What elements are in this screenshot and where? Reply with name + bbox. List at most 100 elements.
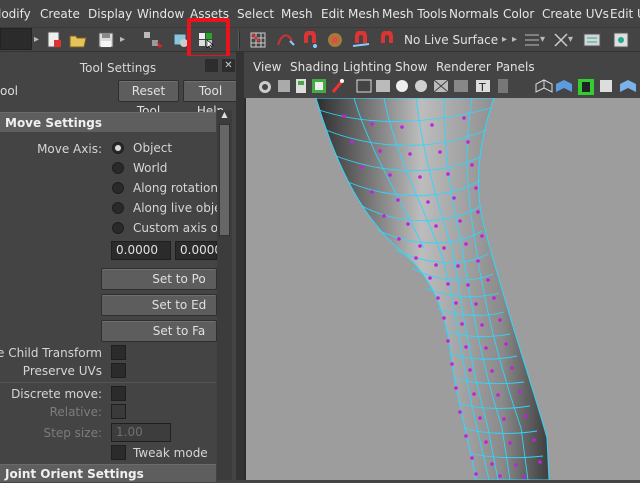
grease-pencil-icon	[331, 79, 345, 93]
menu-color[interactable]: Color	[503, 7, 534, 21]
image-plane-icon	[312, 79, 326, 93]
preserve-uvs-checkbox[interactable]	[111, 363, 126, 378]
text-icon: T	[476, 80, 490, 94]
tool-settings-panel: Tool Settings ✕ ool Reset Tool Tool Help…	[0, 56, 238, 482]
panel-scrollbar[interactable]: ▲	[217, 110, 232, 480]
live-surface-label: No Live Surface	[404, 33, 499, 47]
xray-active-icon	[578, 79, 594, 95]
input-ops-icon[interactable]	[523, 31, 541, 49]
menu-assets[interactable]: Assets	[190, 7, 229, 21]
mesh-wireframe[interactable]	[244, 98, 640, 480]
panel-title: Tool Settings	[79, 61, 157, 75]
select-object-icon[interactable]	[172, 31, 190, 49]
menu-normals[interactable]: Normals	[449, 7, 499, 21]
relative-checkbox	[111, 404, 126, 419]
viewport-menu-shading[interactable]: Shading	[290, 60, 339, 74]
use-all-lights-icon	[433, 79, 449, 93]
relative-label: Relative:	[49, 405, 102, 419]
set-to-point-button[interactable]: Set to Po	[101, 268, 217, 290]
radio-along-live-object[interactable]	[112, 202, 124, 214]
radio-custom-axis-label: Custom axis orien	[133, 221, 217, 235]
menu-window[interactable]: Window	[137, 7, 184, 21]
panel-divider[interactable]	[236, 52, 244, 480]
snap-curve-icon[interactable]	[276, 31, 295, 49]
radio-object-label: Object	[133, 141, 173, 155]
step-size-label: Step size:	[43, 426, 102, 440]
new-scene-icon[interactable]	[45, 31, 63, 49]
toolbar-separator	[238, 31, 240, 49]
menu-select[interactable]: Select	[237, 7, 274, 21]
set-to-face-button[interactable]: Set to Fa	[101, 320, 217, 342]
motion-blur-icon	[620, 80, 636, 92]
set-to-edge-button[interactable]: Set to Ed	[101, 294, 217, 316]
menu-set-selector[interactable]	[0, 28, 32, 50]
xray-joints-icon	[556, 80, 572, 92]
menu-mesh[interactable]: Mesh	[281, 7, 313, 21]
viewport-menu-panels[interactable]: Panels	[496, 60, 535, 74]
snap-point-icon[interactable]	[301, 30, 319, 49]
menu-mesh-tools[interactable]: Mesh Tools	[382, 7, 447, 21]
radio-along-live-object-label: Along live object a	[133, 201, 217, 215]
viewport-menu-lighting[interactable]: Lighting	[343, 60, 392, 74]
menu-modify[interactable]: lodify	[0, 7, 31, 21]
tweak-mode-checkbox[interactable]	[111, 445, 126, 460]
snap-surface-icon[interactable]	[352, 30, 370, 49]
radio-along-rotation-axis[interactable]	[112, 182, 124, 194]
move-settings-header[interactable]: Move Settings	[0, 112, 216, 132]
viewport-panel: View Shading Lighting Show Renderer Pane…	[244, 56, 640, 480]
snap-view-plane-icon[interactable]	[326, 31, 344, 49]
svg-text:T: T	[478, 81, 486, 94]
radio-along-rotation-axis-label: Along rotation axi	[133, 181, 217, 195]
viewport-menu-view[interactable]: View	[253, 60, 281, 74]
radio-object[interactable]	[112, 142, 124, 154]
scroll-up-icon[interactable]: ▲	[219, 110, 230, 122]
camera-attributes-icon	[278, 80, 290, 92]
tool-name: ool	[0, 84, 19, 98]
collapse-arrow-icon[interactable]: ▸	[502, 34, 508, 46]
joint-orient-header[interactable]: Joint Orient Settings	[0, 464, 216, 482]
tool-help-button[interactable]: Tool Help	[183, 80, 238, 118]
make-live-icon[interactable]	[378, 30, 396, 49]
dropdown-arrow-icon[interactable]: ▾	[540, 34, 546, 46]
collapse-arrow-icon[interactable]: ▸	[120, 34, 126, 46]
preserve-uvs-label: Preserve UVs	[22, 364, 102, 378]
select-component-icon[interactable]	[197, 31, 215, 50]
viewport-canvas[interactable]	[244, 98, 640, 480]
construction-history-icon[interactable]	[583, 31, 601, 49]
select-hierarchy-icon[interactable]	[143, 31, 163, 49]
reset-tool-button[interactable]: Reset Tool	[118, 80, 179, 118]
discrete-move-checkbox[interactable]	[111, 386, 126, 401]
viewport-border	[244, 98, 246, 480]
snap-grid-icon[interactable]	[249, 31, 267, 49]
isolate-select-icon	[498, 79, 508, 93]
shadows-icon	[454, 80, 468, 92]
radio-world[interactable]	[112, 162, 124, 174]
close-panel-button[interactable]: ✕	[222, 59, 235, 72]
custom-axis-y-field[interactable]: 0.0000	[175, 241, 222, 260]
step-size-field: 1.00	[111, 423, 171, 442]
menu-create-uvs[interactable]: Create UVs	[542, 7, 609, 21]
collapse-arrow-icon[interactable]: ▸	[34, 34, 40, 46]
preserve-child-transform-checkbox[interactable]	[111, 345, 126, 360]
viewport-menu-renderer[interactable]: Renderer	[436, 60, 491, 74]
radio-custom-axis[interactable]	[112, 222, 124, 234]
collapse-arrow-icon[interactable]: ▸	[512, 34, 518, 46]
render-icon[interactable]	[612, 31, 630, 49]
viewport-toolbar-icons[interactable]: T	[244, 76, 640, 98]
menu-display[interactable]: Display	[88, 7, 132, 21]
viewport-menu-show[interactable]: Show	[395, 60, 427, 74]
float-panel-icon[interactable]	[205, 59, 218, 72]
custom-axis-x-field[interactable]: 0.0000	[111, 241, 171, 260]
radio-world-label: World	[133, 161, 168, 175]
dropdown-arrow-icon[interactable]: ▾	[568, 34, 574, 46]
open-scene-icon[interactable]	[69, 31, 87, 49]
menu-edit-mesh[interactable]: Edit Mesh	[321, 7, 380, 21]
textured-icon	[415, 80, 427, 92]
menu-edit-uvs[interactable]: Edit U	[610, 7, 640, 21]
menu-create[interactable]: Create	[40, 7, 80, 21]
bookmark-icon	[296, 79, 306, 93]
move-axis-label: Move Axis:	[37, 142, 102, 156]
save-scene-icon[interactable]	[97, 31, 115, 49]
scroll-thumb[interactable]	[219, 124, 230, 236]
discrete-move-label: Discrete move:	[11, 387, 102, 401]
